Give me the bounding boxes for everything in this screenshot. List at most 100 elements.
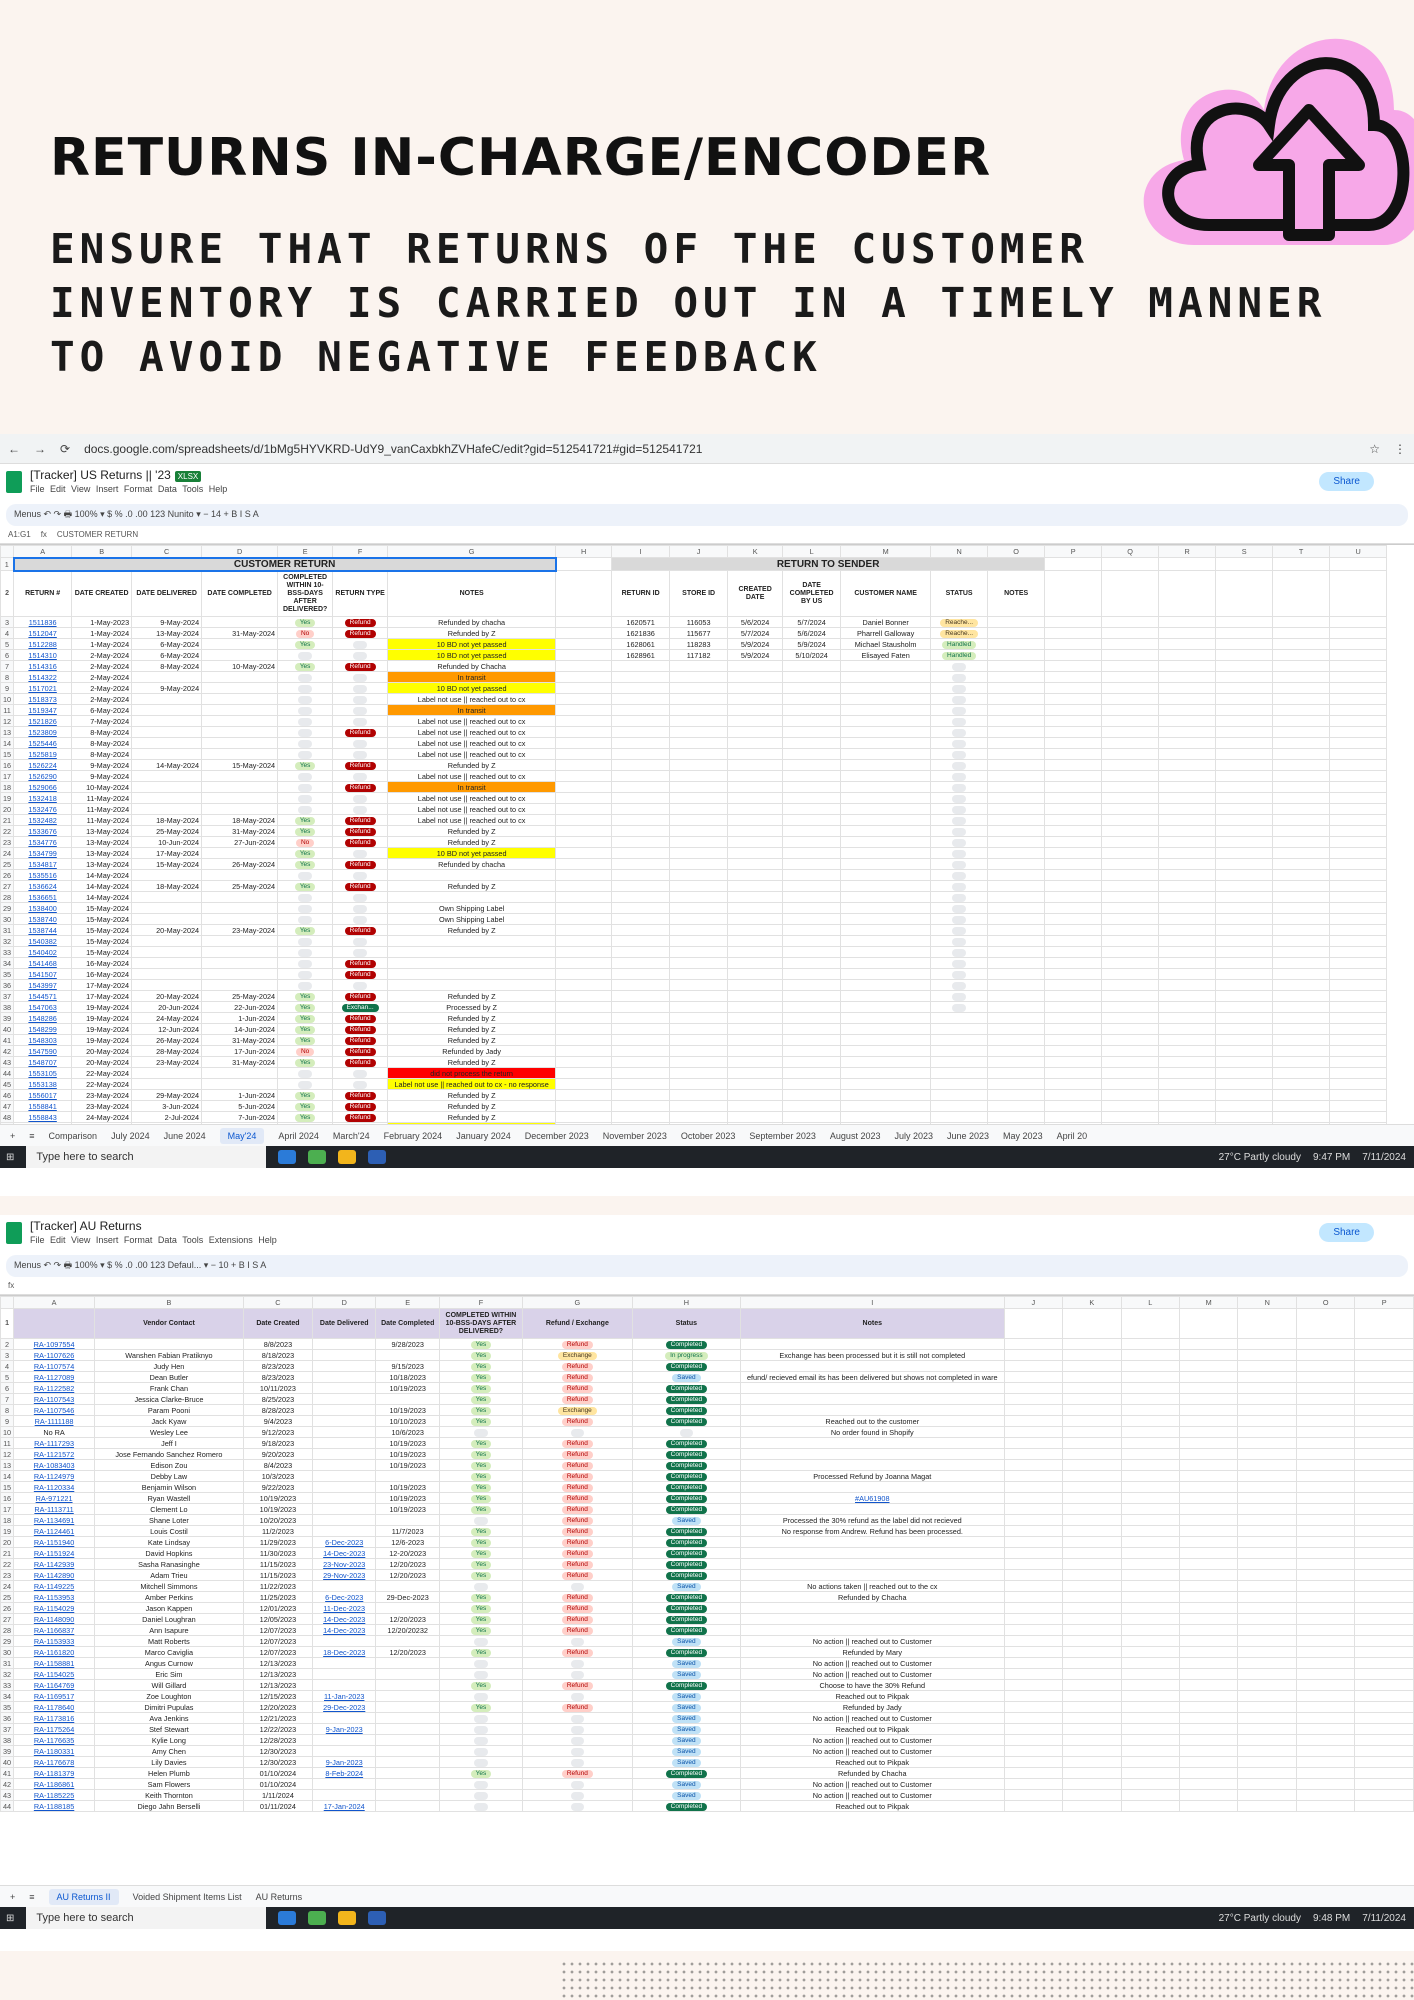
cell[interactable] [1178, 1569, 1239, 1581]
dropdown-chip[interactable]: ▾ [353, 652, 367, 660]
row-number[interactable]: 28 [0, 891, 15, 903]
date-cell[interactable]: 16-May-2024 [71, 957, 133, 969]
rts-cell[interactable] [782, 858, 842, 870]
cell[interactable] [1178, 1426, 1239, 1438]
cell[interactable] [1003, 1393, 1064, 1405]
return-type-cell[interactable]: ▾ [332, 748, 389, 760]
cell[interactable] [555, 1045, 613, 1057]
cell[interactable] [1158, 858, 1217, 870]
cell[interactable] [1158, 792, 1217, 804]
cell[interactable] [1237, 1635, 1297, 1647]
rts-notes-cell[interactable] [987, 649, 1046, 661]
rts-cell[interactable]: 5/9/2024 [727, 638, 784, 650]
rts-cell[interactable] [727, 1078, 784, 1090]
column-header[interactable]: R [1158, 545, 1217, 558]
return-number-link[interactable]: 1525446 [13, 737, 73, 749]
rts-notes-cell[interactable] [987, 1067, 1046, 1079]
ra-number-cell[interactable]: RA-1161820 [13, 1646, 96, 1658]
completed-within-cell[interactable]: ▾ [277, 968, 334, 980]
dropdown-chip[interactable]: ▾ [570, 1748, 584, 1756]
rts-status-cell[interactable]: ▾ [930, 792, 989, 804]
dropdown-chip[interactable]: Saved [672, 1715, 701, 1723]
cell[interactable] [1062, 1492, 1122, 1504]
rts-status-cell[interactable]: ▾ [930, 682, 989, 694]
date-completed-cell[interactable] [375, 1789, 440, 1801]
cell[interactable] [1178, 1756, 1239, 1768]
cell[interactable] [1215, 1001, 1274, 1013]
rts-cell[interactable] [782, 979, 842, 991]
cell[interactable] [1329, 704, 1388, 716]
rts-cell[interactable] [727, 1001, 784, 1013]
cell[interactable] [1178, 1701, 1239, 1713]
cell[interactable] [1062, 1767, 1122, 1779]
cell[interactable] [1062, 1646, 1122, 1658]
return-type-cell[interactable]: ▾ [332, 869, 389, 881]
date-created-cell[interactable]: 12/20/2023 [242, 1701, 313, 1713]
completed-within-cell[interactable]: ▾ [277, 902, 334, 914]
cell[interactable] [1003, 1756, 1064, 1768]
date-created-cell[interactable]: 8/4/2023 [242, 1459, 313, 1471]
rts-notes-cell[interactable] [987, 825, 1046, 837]
rts-notes-cell[interactable] [987, 858, 1046, 870]
address-bar[interactable]: docs.google.com/spreadsheets/d/1bMg5HYVK… [84, 442, 1355, 456]
dropdown-chip[interactable]: No [295, 839, 315, 847]
dropdown-chip[interactable]: Yes [470, 1451, 492, 1459]
cell[interactable] [555, 715, 613, 727]
cell[interactable] [1215, 803, 1274, 815]
date-cell[interactable] [131, 946, 203, 958]
rts-cell[interactable] [727, 935, 784, 947]
dropdown-chip[interactable]: ▾ [298, 696, 312, 704]
date-delivered[interactable]: 6-Dec-2023 [325, 1593, 363, 1602]
cell[interactable] [1003, 1701, 1064, 1713]
rts-cell[interactable] [782, 1034, 842, 1046]
cell[interactable] [1215, 781, 1274, 793]
refund-exchange-cell[interactable]: Refund [521, 1679, 633, 1691]
rts-status-cell[interactable]: ▾ [930, 726, 989, 738]
cell[interactable] [1158, 1034, 1217, 1046]
return-number-link[interactable]: 1514310 [13, 649, 73, 661]
cell[interactable] [1354, 1426, 1414, 1438]
dropdown-chip[interactable]: Completed [665, 1385, 708, 1393]
cell[interactable] [1272, 781, 1331, 793]
cell[interactable] [1044, 682, 1103, 694]
rts-cell[interactable] [611, 803, 671, 815]
date-delivered[interactable]: 14-Dec-2023 [323, 1626, 365, 1635]
cell[interactable] [1120, 1558, 1180, 1570]
date-cell[interactable]: 13-May-2024 [71, 858, 133, 870]
cell[interactable] [1062, 1437, 1122, 1449]
notes-cell[interactable]: Choose to have the 30% Refund [739, 1679, 1005, 1691]
date-cell[interactable]: 15-May-2024 [71, 902, 133, 914]
cell[interactable] [555, 649, 613, 661]
row-number[interactable]: 32 [0, 1668, 15, 1680]
return-type-cell[interactable]: Refund [332, 627, 389, 639]
dropdown-chip[interactable]: Yes [470, 1440, 492, 1448]
cell[interactable] [1237, 1404, 1297, 1416]
cell[interactable] [1215, 570, 1274, 617]
sheet-tab[interactable]: February 2024 [384, 1131, 443, 1141]
cell[interactable] [1178, 1404, 1239, 1416]
sheet-tab[interactable]: May 2023 [1003, 1131, 1043, 1141]
rts-status-cell[interactable]: ▾ [930, 913, 989, 925]
row-number[interactable]: 37 [0, 990, 15, 1002]
cell[interactable] [1062, 1613, 1122, 1625]
cell[interactable] [1062, 1459, 1122, 1471]
completed-within-cell[interactable]: Yes [277, 825, 334, 837]
sheets-logo-icon[interactable] [6, 1222, 22, 1244]
date-cell[interactable]: 13-May-2024 [71, 836, 133, 848]
vendor-contact-cell[interactable]: Wesley Lee [94, 1426, 244, 1438]
date-delivered-cell[interactable] [311, 1338, 377, 1350]
row-number[interactable]: 28 [0, 1624, 15, 1636]
rts-cell[interactable] [727, 1012, 784, 1024]
cell[interactable] [1354, 1745, 1414, 1757]
date-created-cell[interactable]: 12/01/2023 [242, 1602, 313, 1614]
row-number[interactable]: 16 [0, 1492, 15, 1504]
date-cell[interactable] [201, 847, 279, 859]
cell[interactable] [1272, 1122, 1331, 1124]
date-cell[interactable] [201, 726, 279, 738]
return-type-cell[interactable]: Refund [332, 1056, 389, 1068]
dropdown-chip[interactable]: Refund [561, 1385, 593, 1393]
cell[interactable] [1272, 770, 1331, 782]
notes-cell[interactable] [387, 869, 557, 881]
row-number[interactable]: 18 [0, 1514, 15, 1526]
date-delivered-cell[interactable] [311, 1525, 377, 1537]
